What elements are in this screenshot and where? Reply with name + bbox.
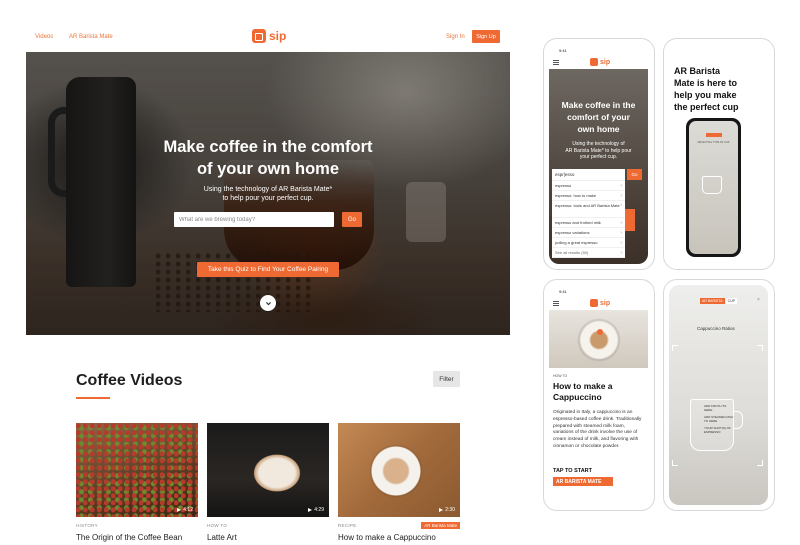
hero-subtitle: Using the technology of AR Barista Mate*… xyxy=(203,186,333,202)
menu-icon[interactable] xyxy=(553,301,559,306)
suggestion-item[interactable]: espresso xyxy=(552,181,625,191)
sip-logo[interactable]: sip xyxy=(590,58,610,66)
video-card[interactable]: 4:12 HISTORY The Origin of the Coffee Be… xyxy=(76,423,198,542)
ar-marker-icon[interactable] xyxy=(597,329,603,335)
ar-badge: AR Barista Mate xyxy=(421,522,460,529)
search-suggestions: espresso espresso: how to make espresso:… xyxy=(552,180,625,258)
mobile-search-input[interactable]: espr|esso xyxy=(552,169,625,180)
espresso-label: YOUR SHOT(S) OF ESPRESSO xyxy=(704,426,731,434)
cappuccino-photo xyxy=(549,310,648,368)
cup-logo-icon xyxy=(590,58,598,66)
ar-tag[interactable]: AR BARISTA xyxy=(700,298,725,304)
logo-text: sip xyxy=(269,29,287,43)
mobile-go-button[interactable]: Go xyxy=(627,169,642,180)
recipe-title: How to make a Cappuccino xyxy=(553,381,613,402)
recipe-category: HOW TO xyxy=(553,374,568,378)
sip-logo[interactable]: sip xyxy=(252,29,286,43)
top-nav: Videos AR Barista Mate sip Sign In Sign … xyxy=(26,24,510,52)
ratios-title: Cappuccino Ratios xyxy=(697,326,735,331)
video-category: HISTORY xyxy=(76,523,98,528)
cup-tag[interactable]: CUP xyxy=(725,298,737,304)
video-category: RECIPE xyxy=(338,523,357,528)
video-title[interactable]: The Origin of the Coffee Bean xyxy=(76,533,182,542)
sip-logo[interactable]: sip xyxy=(590,299,610,307)
mobile-hero: Make coffee in the comfort of your own h… xyxy=(549,69,648,264)
video-duration: 4:29 xyxy=(308,507,324,513)
scroll-down-button[interactable] xyxy=(260,295,276,311)
menu-icon[interactable] xyxy=(553,60,559,65)
ar-barista-mate-button[interactable]: AR BARISTA MATE xyxy=(553,477,613,486)
milk-label: ADD STEAMED MILK TO HERE xyxy=(704,415,734,423)
froth-label: ADD FROTH TO HERE xyxy=(704,404,727,412)
quiz-button[interactable]: Take this Quiz to Find Your Coffee Pairi… xyxy=(197,262,339,277)
nav-link-ar-barista-mate[interactable]: AR Barista Mate xyxy=(69,34,113,40)
close-icon[interactable]: × xyxy=(757,297,760,303)
cup-outline-icon xyxy=(702,176,722,194)
ar-tag xyxy=(706,133,722,137)
recipe-body: Originated in Italy, a cappuccino is an … xyxy=(553,410,642,449)
ar-mode-tags: AR BARISTA CUP xyxy=(700,298,737,304)
video-duration: 2:30 xyxy=(439,507,455,513)
video-card[interactable]: 2:30 RECIPE AR Barista Mate How to make … xyxy=(338,423,460,542)
section-title: Coffee Videos xyxy=(76,372,183,389)
search-input[interactable] xyxy=(174,212,334,227)
phone-search-mockup: 9:41 sip Make coffee in the comfort of y… xyxy=(543,38,655,270)
detecting-text: DETECTING TYPE OF CUP xyxy=(697,141,730,144)
phone-recipe-mockup: 9:41 sip HOW TO How to make a Cappuccino… xyxy=(543,279,655,511)
video-thumbnail[interactable]: 4:12 xyxy=(76,423,198,517)
ar-camera-view xyxy=(669,285,768,505)
nav-link-videos[interactable]: Videos xyxy=(35,34,53,40)
video-category: HOW TO xyxy=(207,523,228,528)
hero-title: Make coffee in the comfort of your own h… xyxy=(163,138,373,178)
mobile-nav: sip xyxy=(549,297,648,310)
video-thumbnail[interactable]: 4:29 xyxy=(207,423,329,517)
sign-up-button[interactable]: Sign Up xyxy=(472,30,500,43)
cup-logo-icon xyxy=(590,299,598,307)
status-time: 9:41 xyxy=(559,48,567,53)
ar-phone-illustration: DETECTING TYPE OF CUP xyxy=(686,118,741,257)
hero-section: Make coffee in the comfort of your own h… xyxy=(26,52,510,335)
video-thumbnail[interactable]: 2:30 xyxy=(338,423,460,517)
suggestion-item[interactable]: espresso: how to make xyxy=(552,191,625,201)
tap-to-start-label: TAP TO START xyxy=(553,468,593,474)
sign-in-link[interactable]: Sign In xyxy=(446,34,465,40)
see-all-results[interactable]: See all results (50) xyxy=(552,248,625,258)
side-tab[interactable] xyxy=(625,209,635,231)
title-underline xyxy=(76,397,110,399)
video-duration: 4:12 xyxy=(177,507,193,513)
phone-ar-intro-mockup: AR Barista Mate is here to help you make… xyxy=(663,38,775,270)
filter-button[interactable]: Filter xyxy=(433,371,460,387)
status-time: 9:41 xyxy=(559,289,567,294)
mobile-nav: sip xyxy=(549,56,648,69)
video-title[interactable]: Latte Art xyxy=(207,533,237,542)
suggestion-item[interactable]: espresso and frothed milk xyxy=(552,218,625,228)
mobile-hero-title: Make coffee in the comfort of your own h… xyxy=(561,100,636,134)
suggestion-item[interactable]: espresso: tools and AR Barista Mate xyxy=(552,201,625,218)
chevron-down-icon xyxy=(265,301,271,305)
suggestion-item[interactable]: pulling a great espresso xyxy=(552,238,625,248)
ar-intro-title: AR Barista Mate is here to help you make… xyxy=(674,66,739,112)
mobile-hero-subtitle: Using the technology of AR Barista Mate*… xyxy=(565,141,632,160)
go-button[interactable]: Go xyxy=(342,212,362,227)
suggestion-item[interactable]: espresso variations xyxy=(552,228,625,238)
cup-logo-icon xyxy=(252,29,266,43)
phone-ar-ratios-mockup: AR BARISTA CUP × Cappuccino Ratios ADD F… xyxy=(663,279,775,511)
video-card[interactable]: 4:29 HOW TO Latte Art xyxy=(207,423,329,542)
video-title[interactable]: How to make a Cappuccino xyxy=(338,533,436,542)
